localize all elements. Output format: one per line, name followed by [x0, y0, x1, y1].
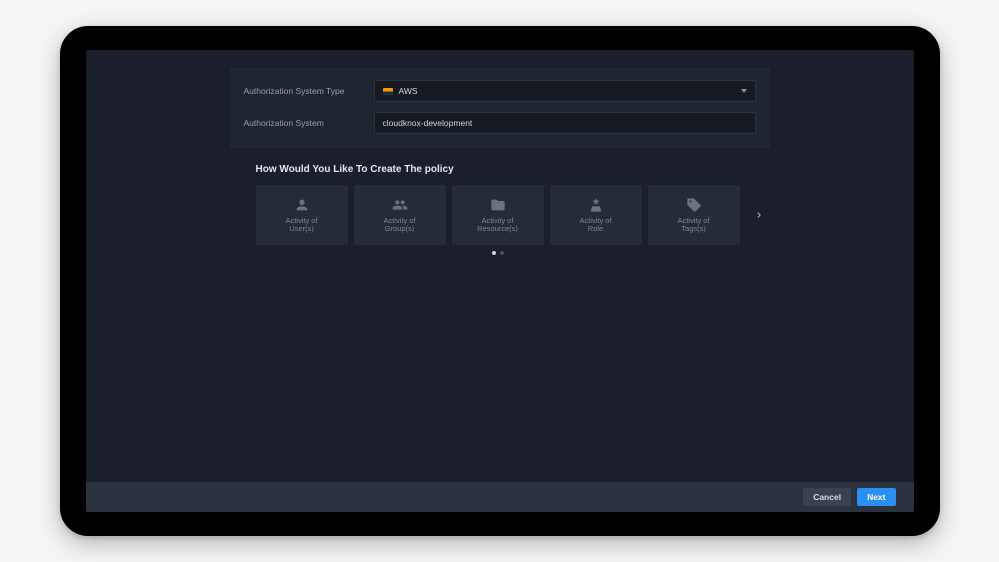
card-activity-tags[interactable]: Activity of Tags(s)	[648, 185, 740, 245]
card-line2: Tags(s)	[681, 225, 706, 233]
carousel-dot-1[interactable]	[492, 251, 496, 255]
app-screen: Authorization System Type AWS Authorizat…	[86, 50, 914, 512]
carousel-next-button[interactable]	[750, 206, 768, 224]
main-content: Authorization System Type AWS Authorizat…	[86, 50, 914, 482]
auth-system-type-label: Authorization System Type	[244, 86, 374, 96]
folder-icon	[490, 197, 506, 213]
auth-system-row: Authorization System cloudknox-developme…	[244, 112, 756, 134]
auth-system-type-row: Authorization System Type AWS	[244, 80, 756, 102]
user-icon	[294, 197, 310, 213]
next-button[interactable]: Next	[857, 488, 895, 506]
carousel-dot-2[interactable]	[500, 251, 504, 255]
group-icon	[392, 197, 408, 213]
card-line2: Role	[588, 225, 603, 233]
auth-system-value: cloudknox-development	[383, 118, 473, 128]
auth-system-type-value: AWS	[399, 86, 418, 96]
tags-icon	[686, 197, 702, 213]
carousel-dots	[256, 251, 740, 255]
policy-options-row: Activity of User(s) Activity of Group(s)…	[256, 185, 874, 245]
card-activity-resources[interactable]: Activity of Resource(s)	[452, 185, 544, 245]
aws-icon	[383, 88, 393, 95]
chevron-right-icon	[754, 210, 764, 220]
create-policy-heading: How Would You Like To Create The policy	[256, 164, 874, 175]
cancel-button[interactable]: Cancel	[803, 488, 851, 506]
card-line2: Group(s)	[385, 225, 415, 233]
card-line2: Resource(s)	[477, 225, 518, 233]
device-frame: Authorization System Type AWS Authorizat…	[60, 26, 940, 536]
auth-system-label: Authorization System	[244, 118, 374, 128]
footer-bar: Cancel Next	[86, 482, 914, 512]
authorization-form-panel: Authorization System Type AWS Authorizat…	[230, 68, 770, 148]
card-line2: User(s)	[289, 225, 314, 233]
role-icon	[588, 197, 604, 213]
card-activity-groups[interactable]: Activity of Group(s)	[354, 185, 446, 245]
chevron-down-icon	[741, 89, 747, 93]
auth-system-input[interactable]: cloudknox-development	[374, 112, 756, 134]
card-activity-users[interactable]: Activity of User(s)	[256, 185, 348, 245]
card-activity-role[interactable]: Activity of Role	[550, 185, 642, 245]
auth-system-type-select[interactable]: AWS	[374, 80, 756, 102]
